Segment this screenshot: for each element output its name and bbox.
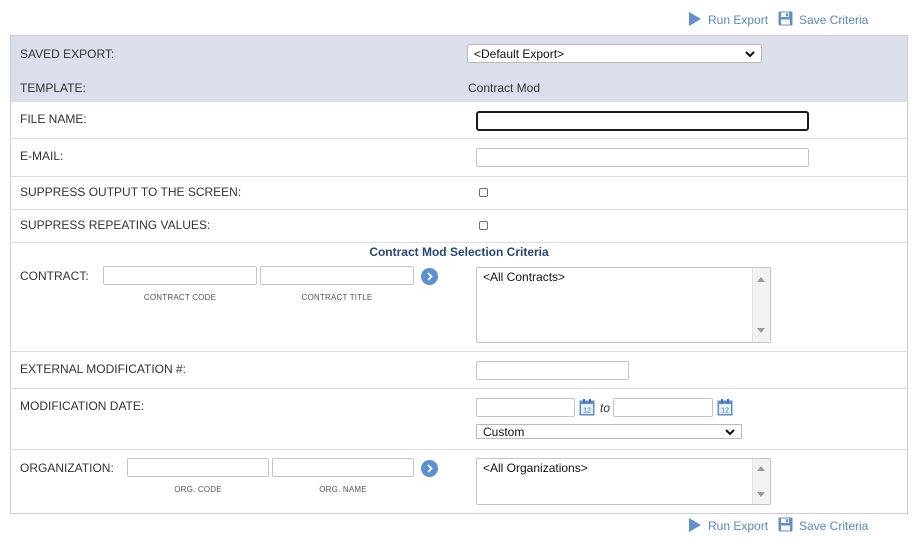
org-code-input[interactable] bbox=[127, 458, 269, 477]
org-name-input[interactable] bbox=[272, 458, 414, 477]
contract-title-input[interactable] bbox=[260, 266, 414, 285]
chevron-down-icon bbox=[745, 50, 755, 57]
email-row: E-MAIL: bbox=[11, 139, 907, 177]
scroll-up-icon[interactable] bbox=[757, 277, 765, 282]
contract-listbox[interactable]: <All Contracts> bbox=[476, 267, 771, 343]
template-value: Contract Mod bbox=[468, 81, 541, 95]
modification-date-row: MODIFICATION DATE: 12 to 12 Custom bbox=[11, 389, 907, 450]
contract-row: CONTRACT: CONTRACT CODE CONTRACT TITLE <… bbox=[11, 264, 907, 352]
date-range-select[interactable]: Custom bbox=[476, 424, 742, 439]
svg-text:12: 12 bbox=[583, 408, 591, 415]
email-input[interactable] bbox=[476, 148, 809, 167]
email-label: E-MAIL: bbox=[20, 149, 64, 163]
scroll-down-icon[interactable] bbox=[757, 492, 765, 497]
run-export-button[interactable]: Run Export bbox=[688, 10, 768, 30]
organization-row: ORGANIZATION: ORG. CODE ORG. NAME <All O… bbox=[11, 450, 907, 513]
play-icon bbox=[688, 517, 702, 536]
save-criteria-button[interactable]: Save Criteria bbox=[778, 516, 868, 536]
floppy-disk-icon bbox=[778, 517, 793, 535]
play-icon bbox=[688, 11, 702, 30]
chevron-right-icon bbox=[427, 272, 433, 281]
contract-listbox-scrollbar[interactable] bbox=[752, 268, 770, 342]
contract-code-sublabel: CONTRACT CODE bbox=[143, 293, 217, 302]
date-from-input[interactable] bbox=[476, 398, 575, 417]
export-form: SAVED EXPORT: <Default Export> TEMPLATE:… bbox=[10, 35, 908, 514]
bottom-toolbar: Run Export Save Criteria bbox=[0, 516, 916, 536]
organization-search-button[interactable] bbox=[421, 460, 438, 477]
chevron-right-icon bbox=[427, 464, 433, 473]
external-mod-row: EXTERNAL MODIFICATION #: bbox=[11, 352, 907, 389]
organization-listbox-scrollbar[interactable] bbox=[752, 459, 770, 504]
organization-label: ORGANIZATION: bbox=[20, 461, 114, 475]
saved-export-row: SAVED EXPORT: <Default Export> bbox=[11, 36, 907, 72]
run-export-label: Run Export bbox=[708, 519, 769, 533]
selection-criteria-title: Contract Mod Selection Criteria bbox=[369, 245, 549, 259]
save-criteria-label: Save Criteria bbox=[799, 13, 869, 27]
calendar-icon[interactable]: 12 bbox=[579, 399, 595, 416]
scroll-down-icon[interactable] bbox=[757, 328, 765, 333]
date-range-value: Custom bbox=[483, 424, 525, 439]
suppress-output-checkbox[interactable] bbox=[479, 188, 488, 197]
suppress-repeating-label: SUPPRESS REPEATING VALUES: bbox=[20, 218, 211, 232]
suppress-output-row: SUPPRESS OUTPUT TO THE SCREEN: bbox=[11, 177, 907, 210]
template-row: TEMPLATE: Contract Mod bbox=[11, 72, 907, 102]
external-mod-label: EXTERNAL MODIFICATION #: bbox=[20, 362, 187, 376]
org-name-sublabel: ORG. NAME bbox=[319, 485, 367, 494]
calendar-icon[interactable]: 12 bbox=[717, 399, 733, 416]
file-name-input[interactable] bbox=[476, 111, 809, 131]
date-to-input[interactable] bbox=[613, 398, 713, 417]
template-label: TEMPLATE: bbox=[20, 81, 86, 95]
section-title-row: Contract Mod Selection Criteria bbox=[11, 243, 907, 264]
run-export-label: Run Export bbox=[708, 13, 769, 27]
contract-label: CONTRACT: bbox=[20, 269, 89, 283]
file-name-label: FILE NAME: bbox=[20, 112, 87, 126]
top-toolbar: Run Export Save Criteria bbox=[0, 10, 916, 30]
contract-title-sublabel: CONTRACT TITLE bbox=[301, 293, 373, 302]
saved-export-label: SAVED EXPORT: bbox=[20, 47, 115, 61]
file-name-row: FILE NAME: bbox=[11, 102, 907, 139]
scroll-up-icon[interactable] bbox=[757, 466, 765, 471]
run-export-button[interactable]: Run Export bbox=[688, 516, 768, 536]
suppress-repeating-row: SUPPRESS REPEATING VALUES: bbox=[11, 210, 907, 243]
organization-listbox[interactable]: <All Organizations> bbox=[476, 458, 771, 505]
external-mod-input[interactable] bbox=[476, 361, 629, 380]
contract-code-input[interactable] bbox=[103, 266, 257, 285]
save-criteria-button[interactable]: Save Criteria bbox=[778, 10, 868, 30]
saved-export-select[interactable]: <Default Export> bbox=[467, 44, 762, 63]
saved-export-value: <Default Export> bbox=[474, 46, 565, 61]
modification-date-label: MODIFICATION DATE: bbox=[20, 399, 145, 413]
chevron-down-icon bbox=[725, 428, 735, 435]
floppy-disk-icon bbox=[778, 11, 793, 29]
list-item[interactable]: <All Contracts> bbox=[483, 270, 764, 284]
svg-text:12: 12 bbox=[721, 408, 729, 415]
date-to-label: to bbox=[600, 401, 611, 415]
contract-search-button[interactable] bbox=[421, 268, 438, 285]
suppress-output-label: SUPPRESS OUTPUT TO THE SCREEN: bbox=[20, 185, 242, 199]
save-criteria-label: Save Criteria bbox=[799, 519, 869, 533]
list-item[interactable]: <All Organizations> bbox=[483, 461, 764, 475]
suppress-repeating-checkbox[interactable] bbox=[479, 221, 488, 230]
org-code-sublabel: ORG. CODE bbox=[174, 485, 222, 494]
